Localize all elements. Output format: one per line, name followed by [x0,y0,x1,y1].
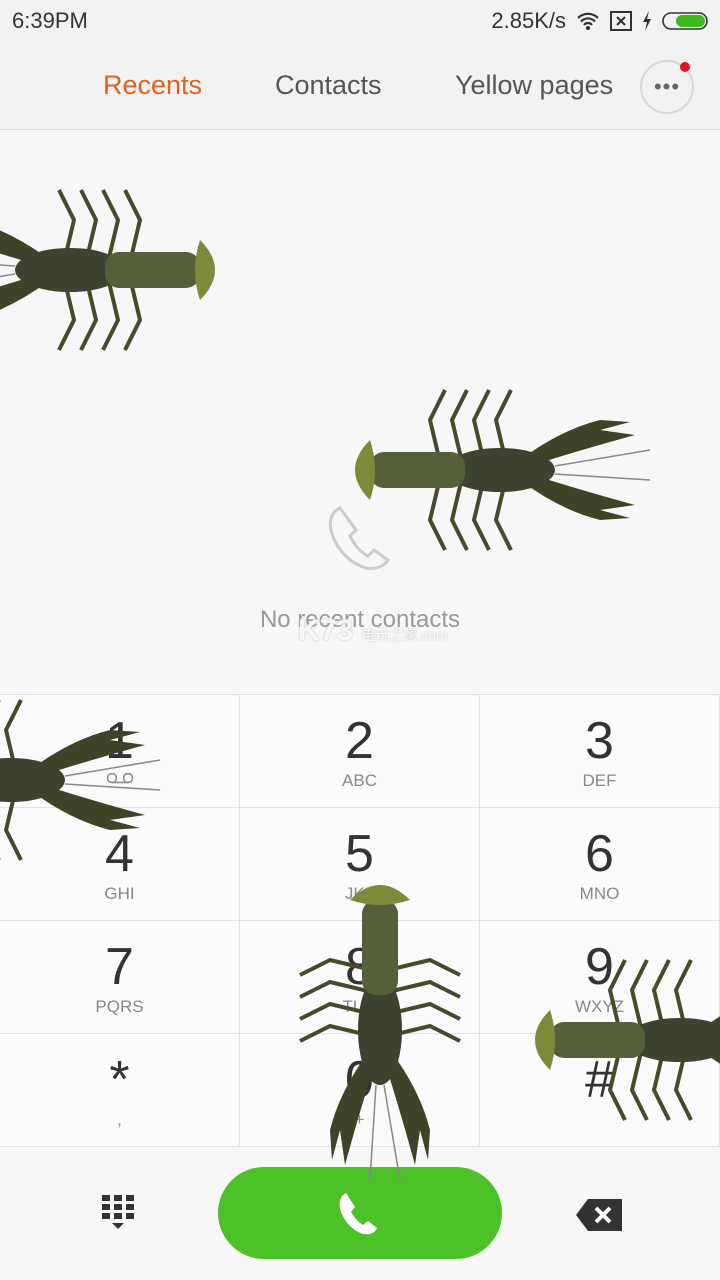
watermark-main: K73 [298,614,354,647]
key-digit: 0 [345,1051,374,1109]
dialpad: 1 2 ABC 3 DEF 4 GHI 5 JKL 6 MNO 7 PQRS 8 TUV 9 WXYZ *, 0 + # [0,694,720,1147]
more-button[interactable]: ••• [640,60,694,114]
key-letters: ABC [342,771,377,790]
key-digit: 1 [105,712,134,770]
clock: 6:39PM [12,8,88,33]
key-letters: TUV [342,997,377,1016]
watermark: K73 电玩之家.com [298,614,448,648]
key-letters: JKL [344,884,375,903]
dial-key-1[interactable]: 1 [0,695,240,808]
key-digit: 6 [585,825,614,883]
watermark-cn: 电玩之家 [361,627,418,643]
charging-icon [643,11,651,31]
key-digit: 2 [345,712,374,770]
tab-contacts[interactable]: Contacts [275,70,382,101]
phone-icon [339,1193,377,1235]
key-digit: * [109,1051,130,1109]
key-digit: 9 [585,938,614,996]
key-digit: 5 [345,825,374,883]
key-letters: , [117,1110,122,1129]
phone-outline-icon [328,506,391,570]
watermark-domain: .com [417,627,448,643]
more-icon: ••• [653,74,681,99]
status-bar: 6:39PM 2.85K/s [0,0,720,42]
dial-key-6[interactable]: 6 MNO [480,808,720,921]
key-digit: 7 [105,938,134,996]
tab-recents[interactable]: Recents [103,70,202,101]
backspace-icon[interactable] [576,1199,622,1231]
tab-bar: Recents Contacts Yellow pages ••• [0,42,720,130]
dial-key-0[interactable]: 0 + [240,1034,480,1147]
key-letters: + [354,1110,365,1129]
dial-key-5[interactable]: 5 JKL [240,808,480,921]
key-letters: MNO [579,884,620,903]
dial-key-4[interactable]: 4 GHI [0,808,240,921]
dial-key-2[interactable]: 2 ABC [240,695,480,808]
dial-key-star[interactable]: *, [0,1034,240,1147]
sim-off-icon [610,11,632,31]
voicemail-icon [106,772,133,784]
key-digit: # [585,1051,614,1109]
key-digit: 3 [585,712,614,770]
call-button[interactable] [218,1167,502,1259]
dial-key-8[interactable]: 8 TUV [240,921,480,1034]
dial-key-9[interactable]: 9 WXYZ [480,921,720,1034]
notification-dot [680,62,690,72]
tab-yellow-pages[interactable]: Yellow pages [455,70,615,101]
dial-key-7[interactable]: 7 PQRS [0,921,240,1034]
key-digit: 4 [105,825,134,883]
dialer-bottom-bar [0,1147,720,1280]
wifi-icon [577,12,599,30]
network-speed: 2.85K/s [491,8,566,33]
dialpad-toggle-icon[interactable] [102,1195,138,1233]
dial-key-3[interactable]: 3 DEF [480,695,720,808]
key-letters: WXYZ [574,997,625,1016]
key-letters: GHI [104,884,135,903]
key-letters: DEF [582,771,617,790]
key-digit: 8 [345,938,374,996]
battery-icon [662,12,708,30]
dial-key-hash[interactable]: # [480,1034,720,1147]
key-letters: PQRS [95,997,144,1016]
